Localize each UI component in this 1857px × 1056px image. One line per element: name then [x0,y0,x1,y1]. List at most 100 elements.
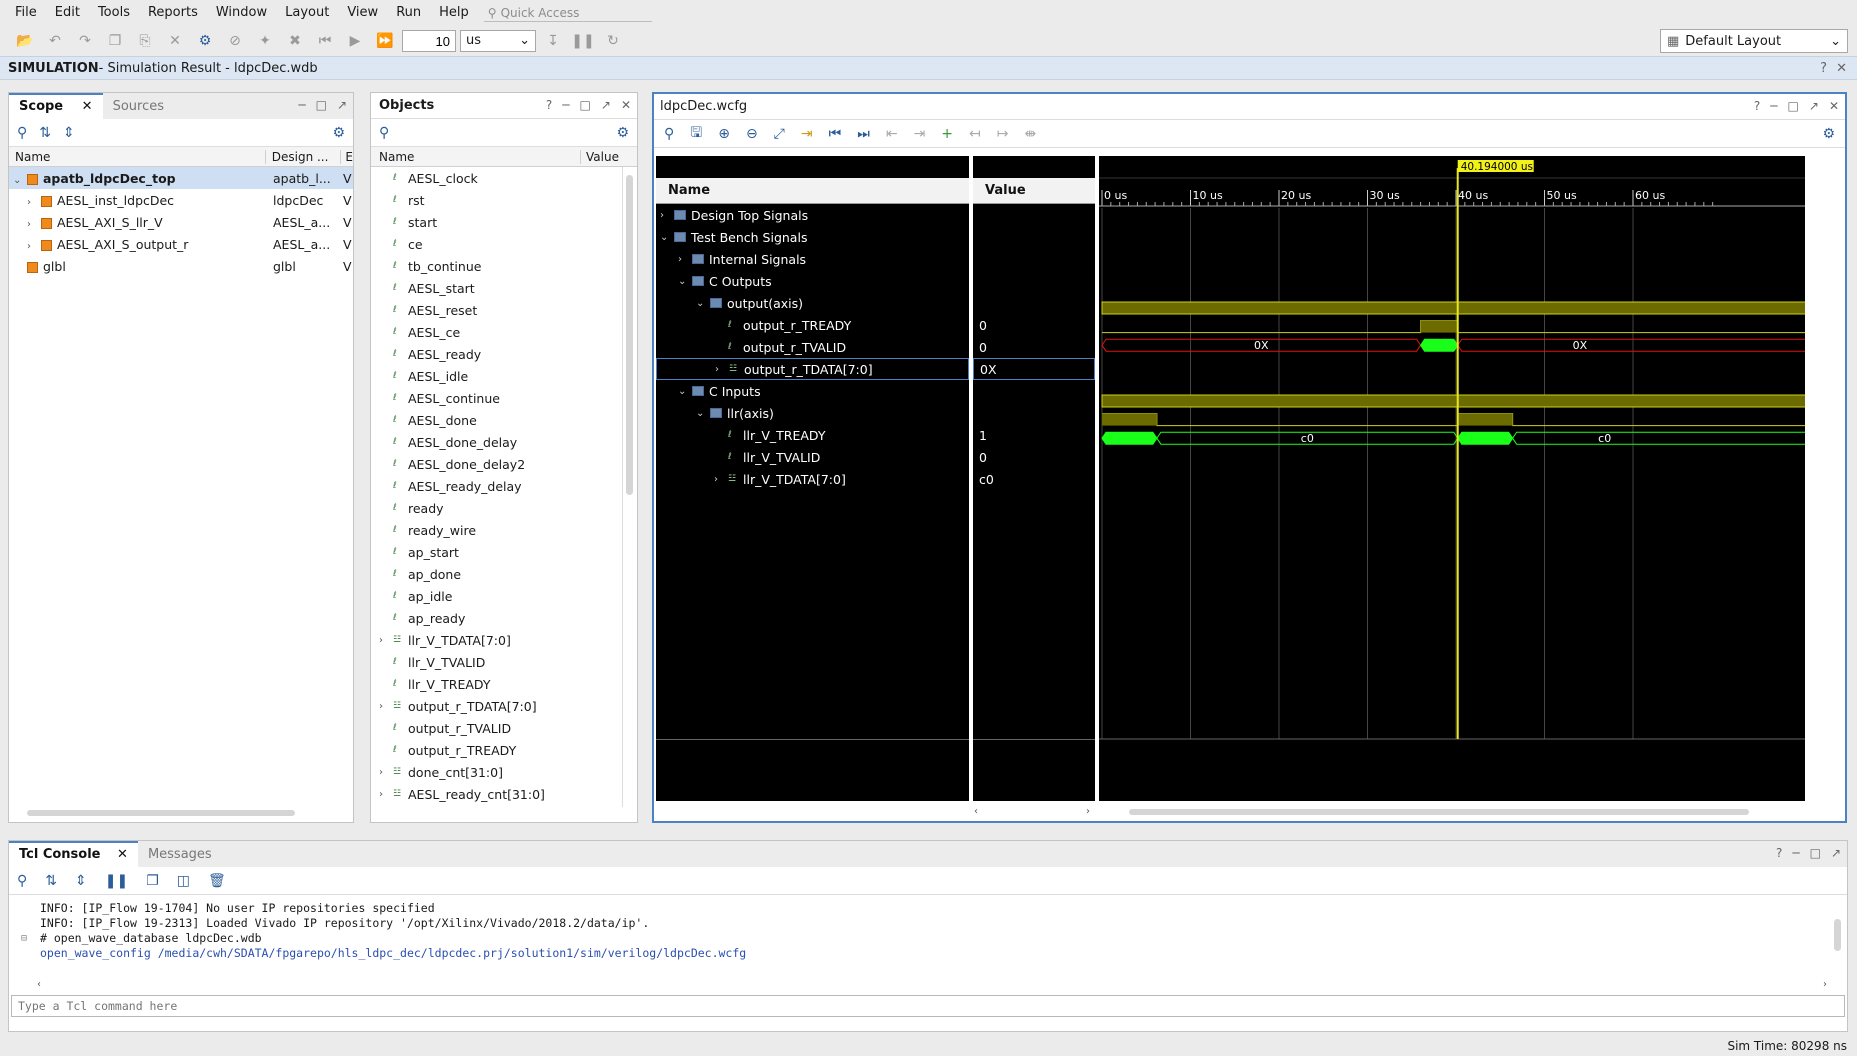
columns-icon[interactable]: ◫ [177,873,190,889]
object-row[interactable]: ℓ AESL_ready_delay [371,475,622,497]
prev-transition-icon[interactable]: ⇤ [886,126,898,142]
break-icon[interactable]: ❚❚ [570,29,596,53]
tab-tcl-console[interactable]: Tcl Console ✕ [9,841,138,867]
close-icon[interactable]: ✕ [621,98,631,112]
save-icon[interactable]: 🖫 [690,122,702,146]
object-row[interactable]: ℓ AESL_clock [371,167,622,189]
copy-icon[interactable]: ❐ [146,873,159,889]
wave-name-header[interactable]: Name [656,178,969,204]
wave-signal-row[interactable]: ⌄ output(axis) [656,292,969,314]
scope-row[interactable]: › AESL_AXI_S_output_r AESL_a... V [9,233,353,255]
next-transition-icon[interactable]: ⇥ [914,126,926,142]
clear-icon[interactable]: 🗑 [208,873,226,889]
chevron-down-icon[interactable]: ⌄ [696,408,710,419]
zoom-in-icon[interactable]: ⊕ [718,126,730,142]
vertical-scrollbar[interactable] [626,175,633,495]
restore-icon[interactable]: □ [1788,99,1799,113]
menu-run[interactable]: Run [387,0,430,26]
float-icon[interactable]: ↗ [601,98,611,112]
object-row[interactable]: ℓ AESL_reset [371,299,622,321]
object-row[interactable]: ℓ ap_done [371,563,622,585]
go-to-start-icon[interactable]: ⏮ [829,126,842,142]
step-icon[interactable]: ↧ [540,29,566,53]
close-icon[interactable]: ✕ [1836,61,1847,76]
object-row[interactable]: › ☳ output_r_TDATA[7:0] [371,695,622,717]
object-row[interactable]: › ☳ AESL_ready_cnt[31:0] [371,783,622,805]
chevron-right-icon[interactable]: › [27,241,41,252]
disable-icon[interactable]: ⊘ [222,29,248,53]
pause-icon[interactable]: ❚❚ [105,873,128,889]
object-row[interactable]: ℓ AESL_done_delay [371,431,622,453]
object-row[interactable]: ℓ ready_wire [371,519,622,541]
close-icon[interactable]: ✕ [82,99,93,114]
expand-all-icon[interactable]: ⇕ [63,125,75,141]
wave-signal-row[interactable]: ⌄ C Outputs [656,270,969,292]
menu-file[interactable]: File [6,0,46,26]
next-marker-icon[interactable]: ↦ [997,126,1009,142]
object-row[interactable]: ℓ ap_ready [371,607,622,629]
vertical-scrollbar[interactable] [1834,919,1841,951]
go-to-end-icon[interactable]: ⏭ [857,126,870,142]
gear-icon[interactable]: ⚙ [332,125,345,141]
chevron-down-icon[interactable]: ⌄ [696,298,710,309]
column-name[interactable]: Name [9,149,266,164]
wave-signal-row[interactable]: ℓ llr_V_TVALID [656,446,969,468]
search-icon[interactable]: ⚲ [664,126,674,142]
object-row[interactable]: ℓ AESL_done [371,409,622,431]
run-for-icon[interactable]: ⏩ [372,29,398,53]
object-row[interactable]: ℓ llr_V_TVALID [371,651,622,673]
zoom-out-icon[interactable]: ⊖ [746,126,758,142]
restart-icon[interactable]: ⏮ [312,29,338,53]
menu-tools[interactable]: Tools [89,0,139,26]
minimize-icon[interactable]: ─ [562,98,569,112]
chevron-right-icon[interactable]: › [379,635,393,646]
tab-sources[interactable]: Sources [103,95,174,119]
column-name[interactable]: Name [371,149,581,164]
object-row[interactable]: ℓ AESL_idle [371,365,622,387]
copy-icon[interactable]: ❐ [102,29,128,53]
undo-icon[interactable]: ↶ [42,29,68,53]
menu-reports[interactable]: Reports [139,0,207,26]
prev-marker-icon[interactable]: ↤ [969,126,981,142]
menu-help[interactable]: Help [430,0,478,26]
wave-signal-row[interactable]: › Internal Signals [656,248,969,270]
chevron-down-icon[interactable]: ⌄ [678,276,692,287]
object-row[interactable]: ℓ output_r_TREADY [371,739,622,761]
wave-signal-row[interactable]: ℓ llr_V_TREADY [656,424,969,446]
float-icon[interactable]: ↗ [337,98,347,112]
search-icon[interactable]: ⚲ [17,873,27,889]
object-row[interactable]: ℓ AESL_done_delay2 [371,453,622,475]
chevron-right-icon[interactable]: › [1086,806,1090,817]
object-row[interactable]: ℓ rst [371,189,622,211]
scope-row[interactable]: › AESL_AXI_S_llr_V AESL_a... V [9,211,353,233]
column-e[interactable]: E [341,150,353,164]
minimize-icon[interactable]: ─ [298,98,305,112]
close-icon[interactable]: ✕ [117,847,128,862]
quick-access-search[interactable]: ⚲ Quick Access [483,4,652,22]
wave-signal-row[interactable]: › Design Top Signals [656,204,969,226]
wave-signal-row[interactable]: › ☳ output_r_TDATA[7:0] [656,358,969,380]
menu-edit[interactable]: Edit [46,0,89,26]
paste-icon[interactable]: ⎘ [132,29,158,53]
object-row[interactable]: › ☳ llr_V_TDATA[7:0] [371,629,622,651]
add-marker-icon[interactable]: + [941,126,953,142]
chevron-left-icon[interactable]: ‹ [974,806,978,817]
object-row[interactable]: ℓ AESL_start [371,277,622,299]
wave-signal-row[interactable]: ⌄ C Inputs [656,380,969,402]
gear-icon[interactable]: ⚙ [1822,126,1835,142]
tab-scope[interactable]: Scope ✕ [9,93,103,119]
chevron-down-icon[interactable]: ⌄ [660,232,674,243]
relaunch-icon[interactable]: ↻ [600,29,626,53]
chevron-right-icon[interactable]: › [714,474,728,485]
chevron-right-icon[interactable]: › [27,197,41,208]
delete-icon[interactable]: ✕ [162,29,188,53]
wave-horizontal-scrollbar[interactable] [1129,809,1749,815]
wand-icon[interactable]: ✦ [252,29,278,53]
go-to-cursor-icon[interactable]: ⇥ [801,126,813,142]
float-icon[interactable]: ↗ [1831,846,1841,860]
run-time-unit-select[interactable]: us ⌄ [460,30,536,52]
swap-cursors-icon[interactable]: ⇼ [1025,126,1037,142]
chevron-right-icon[interactable]: › [379,789,393,800]
collapse-all-icon[interactable]: ⇅ [45,873,57,889]
object-row[interactable]: ℓ AESL_ready [371,343,622,365]
